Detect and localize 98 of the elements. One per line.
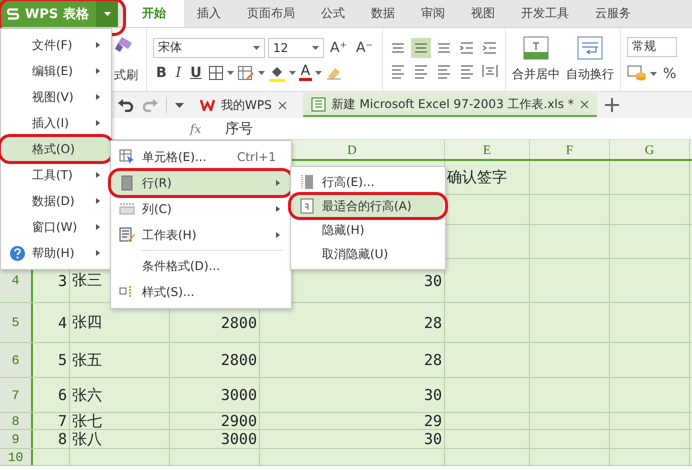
menu-item[interactable]: 隐藏(H) xyxy=(292,218,444,242)
table-cell: 7 xyxy=(33,413,70,429)
undo-icon[interactable] xyxy=(118,98,134,112)
table-cell: 张八 xyxy=(70,430,170,448)
merge-cells-icon xyxy=(522,36,549,60)
menu-item[interactable]: 文件(F) xyxy=(2,32,110,58)
caret-icon[interactable] xyxy=(175,102,184,108)
table-cell: 2900 xyxy=(170,413,260,429)
menu-item[interactable]: 窗口(W) xyxy=(2,214,110,240)
menu-item[interactable]: 视图(V) xyxy=(2,84,110,110)
help-icon xyxy=(10,246,24,260)
cell-format-icon xyxy=(119,149,135,165)
caret-icon xyxy=(104,12,110,16)
table-cell: 8 xyxy=(33,430,70,448)
column-header[interactable]: G xyxy=(644,142,654,157)
caret-icon[interactable] xyxy=(226,70,234,74)
caret-icon[interactable] xyxy=(288,70,296,74)
close-icon[interactable] xyxy=(580,100,589,108)
row-header[interactable]: 10 xyxy=(0,449,33,465)
table-cell: 张六 xyxy=(70,378,170,412)
row-header[interactable]: 8 xyxy=(0,413,33,429)
underline-button[interactable]: U xyxy=(187,64,205,80)
table-cell: 30 xyxy=(260,430,445,448)
caret-icon[interactable] xyxy=(650,72,657,76)
column-header[interactable]: E xyxy=(483,142,491,157)
caret-icon xyxy=(312,46,319,50)
ribbon-tab[interactable]: 插入 xyxy=(184,0,234,27)
ribbon-tab[interactable]: 开始 xyxy=(124,0,184,27)
ribbon-tab[interactable]: 开发工具 xyxy=(508,0,582,27)
table-cell: 3000 xyxy=(170,430,260,448)
table-cell: 29 xyxy=(260,413,445,429)
italic-button[interactable]: I xyxy=(172,64,184,80)
ribbon-tab[interactable]: 云服务 xyxy=(582,0,644,27)
font-size-field[interactable]: 12 xyxy=(268,38,324,58)
close-icon[interactable] xyxy=(278,100,287,110)
row-height-icon xyxy=(300,174,314,190)
bold-button[interactable]: B xyxy=(153,64,170,80)
caret-icon[interactable] xyxy=(315,70,322,74)
wrap-text-button[interactable]: 自动换行 xyxy=(564,34,616,85)
menu-item[interactable]: 插入(I) xyxy=(2,110,110,136)
table-cell: 张七 xyxy=(70,413,170,429)
menu-item[interactable]: 行高(E)... xyxy=(292,170,444,194)
column-header[interactable]: F xyxy=(566,142,574,157)
autofit-icon xyxy=(300,198,314,214)
menu-item[interactable]: 工作表(H) xyxy=(112,222,290,248)
shortcut-label: Ctrl+1 xyxy=(236,150,276,164)
table-cell: 6 xyxy=(33,378,70,412)
percent-button[interactable]: % xyxy=(660,66,680,82)
table-cell: 30 xyxy=(260,378,445,412)
table-cell: 4 xyxy=(33,303,70,342)
s-logo-icon xyxy=(6,6,20,20)
table-cell: 3000 xyxy=(170,378,260,412)
w-logo-icon xyxy=(200,99,215,111)
table-cell: 5 xyxy=(33,343,70,377)
table-cell: 2800 xyxy=(170,343,260,377)
row-header[interactable]: 5 xyxy=(0,303,33,342)
wrap-text-icon xyxy=(576,36,603,60)
ribbon-tab[interactable]: 页面布局 xyxy=(234,0,308,27)
row-icon xyxy=(120,175,134,191)
add-icon[interactable] xyxy=(604,98,619,112)
merge-center-button[interactable]: 合并居中 xyxy=(510,34,562,85)
number-format-field[interactable]: 常规 xyxy=(626,36,677,56)
menu-item[interactable]: 工具(T) xyxy=(2,162,110,188)
vertical-align-icon[interactable] xyxy=(410,38,431,58)
menu-item[interactable]: 格式(O) xyxy=(2,136,110,162)
table-cell: 28 xyxy=(260,343,445,377)
table-cell: 张五 xyxy=(70,343,170,377)
row-header[interactable]: 7 xyxy=(0,378,33,412)
sheet-edit-icon xyxy=(119,227,135,243)
menu-item[interactable]: 数据(D) xyxy=(2,188,110,214)
column-header[interactable]: D xyxy=(347,142,357,157)
ribbon-tab[interactable]: 公式 xyxy=(308,0,358,27)
fx-label[interactable]: fx xyxy=(190,122,202,136)
font-name-field[interactable]: 宋体 xyxy=(153,38,265,58)
menu-item[interactable]: 编辑(E) xyxy=(2,58,110,84)
document-tab[interactable]: 新建 Microsoft Excel 97-2003 工作表.xls * xyxy=(302,93,597,117)
column-icon xyxy=(119,203,135,215)
row-header[interactable]: 9 xyxy=(0,430,33,448)
document-tab[interactable]: 我的WPS xyxy=(192,93,295,117)
caret-icon xyxy=(253,46,260,50)
ribbon-tab[interactable]: 审阅 xyxy=(408,0,458,27)
caret-icon[interactable] xyxy=(258,70,265,74)
tab-label: 新建 Microsoft Excel 97-2003 工作表.xls * xyxy=(332,96,574,112)
formula-value: 序号 xyxy=(225,120,254,138)
ribbon-tab[interactable]: 视图 xyxy=(458,0,508,27)
table-style-icon[interactable] xyxy=(236,64,255,80)
grow-font-button[interactable]: A⁺ xyxy=(327,40,350,56)
tab-label: 我的WPS xyxy=(221,96,272,114)
format-painter-label: 式刷 xyxy=(114,67,138,84)
ribbon-tab[interactable]: 数据 xyxy=(358,0,408,27)
menu-item[interactable]: 列(C) xyxy=(112,196,290,222)
spreadsheet-icon xyxy=(310,96,326,112)
borders-icon[interactable] xyxy=(208,64,224,80)
font-color-button[interactable]: A xyxy=(298,64,312,81)
currency-icon[interactable] xyxy=(626,64,647,82)
row-header[interactable]: 6 xyxy=(0,343,33,377)
menu-item[interactable]: 单元格(E)... Ctrl+1 xyxy=(112,144,290,170)
shrink-font-button[interactable]: A⁻ xyxy=(352,40,376,56)
